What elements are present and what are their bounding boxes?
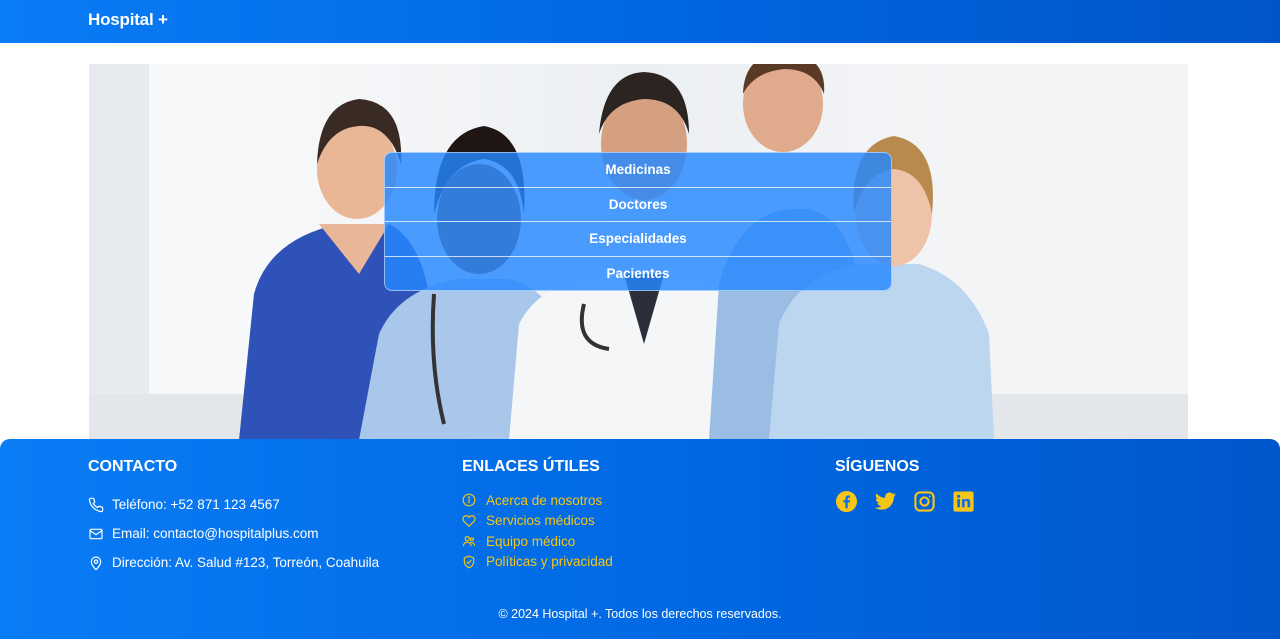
link-medical-team[interactable]: Equipo médico — [462, 531, 613, 552]
phone-icon — [88, 497, 104, 513]
contact-address-text: Dirección: Av. Salud #123, Torreón, Coah… — [112, 555, 380, 570]
contact-section: CONTACTO Teléfono: +52 871 123 4567 Emai… — [88, 458, 379, 577]
shield-icon — [462, 555, 476, 569]
contact-email-text: Email: contacto@hospitalplus.com — [112, 526, 319, 541]
brand-logo[interactable]: Hospital + — [88, 10, 168, 30]
menu-item-doctores[interactable]: Doctores — [385, 188, 891, 222]
link-about-us[interactable]: Acerca de nosotros — [462, 490, 613, 511]
contact-address: Dirección: Av. Salud #123, Torreón, Coah… — [88, 548, 379, 577]
site-footer: CONTACTO Teléfono: +52 871 123 4567 Emai… — [0, 439, 1280, 639]
instagram-icon[interactable] — [913, 490, 936, 513]
hero-banner: Medicinas Doctores Especialidades Pacien… — [89, 64, 1188, 440]
team-icon — [462, 534, 476, 548]
twitter-icon[interactable] — [874, 490, 897, 513]
social-section: SÍGUENOS — [835, 458, 975, 513]
contact-email: Email: contacto@hospitalplus.com — [88, 519, 379, 548]
social-icons — [835, 490, 975, 513]
useful-links-title: ENLACES ÚTILES — [462, 458, 600, 475]
mail-icon — [88, 526, 104, 542]
link-medical-services-label[interactable]: Servicios médicos — [486, 513, 595, 528]
facebook-icon[interactable] — [835, 490, 858, 513]
contact-phone: Teléfono: +52 871 123 4567 — [88, 490, 379, 519]
link-medical-services[interactable]: Servicios médicos — [462, 511, 613, 532]
contact-phone-text: Teléfono: +52 871 123 4567 — [112, 497, 280, 512]
menu-item-pacientes[interactable]: Pacientes — [385, 257, 891, 291]
main-menu: Medicinas Doctores Especialidades Pacien… — [384, 152, 892, 291]
menu-item-medicinas[interactable]: Medicinas — [385, 153, 891, 188]
menu-item-especialidades[interactable]: Especialidades — [385, 222, 891, 257]
link-privacy-policy-label[interactable]: Políticas y privacidad — [486, 554, 613, 569]
info-icon — [462, 493, 476, 507]
link-about-us-label[interactable]: Acerca de nosotros — [486, 493, 602, 508]
useful-links-section: ENLACES ÚTILES Acerca de nosotros Servic… — [462, 458, 613, 572]
location-pin-icon — [88, 555, 104, 571]
top-navbar: Hospital + — [0, 0, 1280, 43]
heart-icon — [462, 514, 476, 528]
linkedin-icon[interactable] — [952, 490, 975, 513]
link-medical-team-label[interactable]: Equipo médico — [486, 534, 575, 549]
link-privacy-policy[interactable]: Políticas y privacidad — [462, 552, 613, 573]
social-title: SÍGUENOS — [835, 458, 920, 475]
contact-title: CONTACTO — [88, 458, 178, 475]
